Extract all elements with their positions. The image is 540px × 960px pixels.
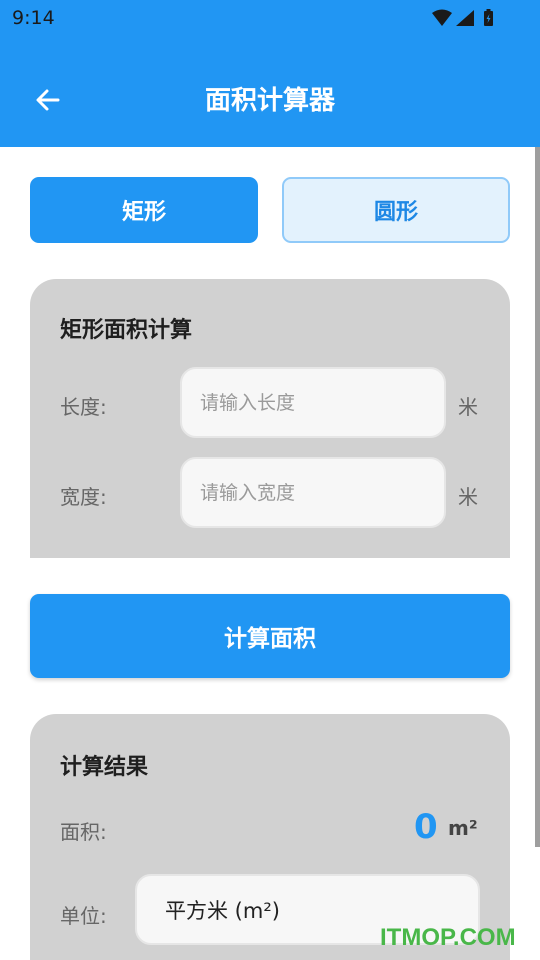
- status-time: 9:14: [12, 7, 55, 29]
- unit-label: 单位:: [60, 904, 107, 928]
- wifi-icon: [432, 9, 452, 26]
- status-icons: [432, 9, 493, 26]
- length-label: 长度:: [60, 395, 107, 419]
- length-unit: 米: [458, 395, 478, 419]
- calculate-button[interactable]: 计算面积: [30, 594, 510, 678]
- width-input[interactable]: [180, 457, 446, 528]
- battery-icon: [484, 9, 493, 26]
- app-header: 9:14 面积计算器: [0, 0, 540, 147]
- length-input[interactable]: [180, 367, 446, 438]
- width-label: 宽度:: [60, 485, 107, 509]
- result-card-title: 计算结果: [60, 755, 149, 780]
- signal-icon: [456, 10, 474, 26]
- area-value: 0: [414, 807, 438, 847]
- scrollbar[interactable]: [535, 147, 540, 847]
- tab-rectangle[interactable]: 矩形: [30, 177, 258, 243]
- unit-select-value: 平方米 (m²): [165, 898, 280, 923]
- watermark-logo: ITMOP.COM: [380, 924, 516, 951]
- area-label: 面积:: [60, 820, 107, 844]
- page-title: 面积计算器: [204, 86, 335, 116]
- input-card: 矩形面积计算 长度: 米 宽度: 米: [30, 279, 510, 558]
- width-unit: 米: [458, 485, 478, 509]
- tab-circle[interactable]: 圆形: [282, 177, 510, 243]
- input-card-title: 矩形面积计算: [60, 318, 193, 343]
- area-unit: m²: [448, 816, 478, 840]
